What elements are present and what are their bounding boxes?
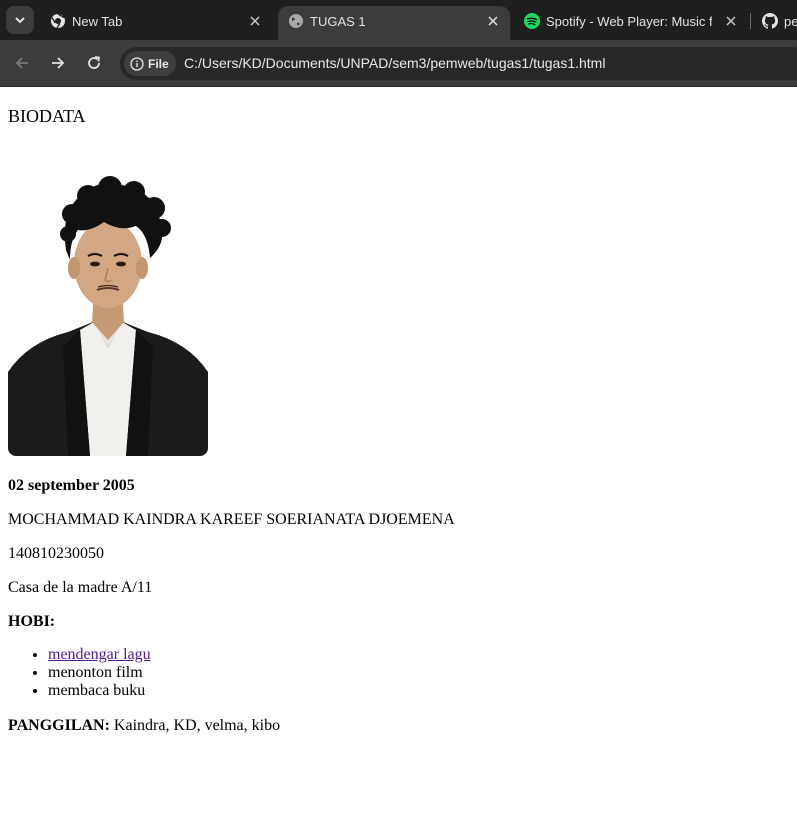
page-body: BIODATA 02 september 2005 MOCHAMMAD KAIN… [0, 87, 797, 838]
spotify-icon [524, 13, 540, 29]
hobby-label: HOBI: [8, 613, 56, 630]
student-id: 140810230050 [8, 545, 104, 562]
list-item: membaca buku [48, 682, 151, 700]
tab-tugas-1[interactable]: TUGAS 1 [278, 6, 510, 40]
tab-search-button[interactable] [6, 6, 34, 34]
page-heading: BIODATA [8, 106, 86, 126]
globe-icon [289, 14, 303, 28]
close-icon[interactable] [246, 12, 264, 30]
site-info-chip[interactable]: File [124, 51, 176, 76]
address-bar[interactable]: File C:/Users/KD/Documents/UNPAD/sem3/pe… [120, 47, 797, 80]
portrait-image [8, 172, 208, 456]
profile-photo [8, 172, 208, 456]
list-item: menonton film [48, 664, 151, 682]
chevron-down-icon [15, 17, 25, 24]
nickname-line: PANGGILAN: Kaindra, KD, velma, kibo [8, 717, 280, 735]
close-icon[interactable] [484, 12, 502, 30]
github-icon [762, 13, 778, 29]
tab-strip: New Tab TUGAS 1 Spotify - Web Player: Mu… [0, 0, 797, 40]
list-item: mendengar lagu [48, 646, 151, 664]
reload-icon [88, 56, 101, 69]
arrow-left-icon [15, 57, 28, 69]
birthdate: 02 september 2005 [8, 477, 135, 494]
tab-github[interactable]: pe [752, 6, 797, 40]
close-icon[interactable] [722, 12, 740, 30]
tab-new-tab[interactable]: New Tab [40, 6, 274, 40]
arrow-right-icon [52, 57, 65, 69]
tab-title: pe [784, 14, 797, 29]
info-icon [130, 56, 144, 71]
nickname-label: PANGGILAN: [8, 717, 110, 734]
tab-title: Spotify - Web Player: Music for [546, 14, 712, 29]
chip-label: File [148, 56, 169, 71]
address: Casa de la madre A/11 [8, 579, 153, 596]
forward-button[interactable] [47, 52, 69, 74]
hobby-list: mendengar lagu menonton film membaca buk… [48, 646, 151, 700]
tab-title: New Tab [72, 14, 123, 29]
nickname-values: Kaindra, KD, velma, kibo [109, 717, 281, 734]
tab-separator [750, 13, 751, 29]
chrome-icon [51, 13, 65, 29]
hobby-link[interactable]: mendengar lagu [48, 646, 151, 663]
reload-button[interactable] [83, 52, 105, 74]
full-name: MOCHAMMAD KAINDRA KAREEF SOERIANATA DJOE… [8, 511, 455, 528]
url-text[interactable]: C:/Users/KD/Documents/UNPAD/sem3/pemweb/… [184, 55, 605, 71]
back-button[interactable] [11, 52, 33, 74]
toolbar: File C:/Users/KD/Documents/UNPAD/sem3/pe… [0, 40, 797, 87]
tab-title: TUGAS 1 [310, 14, 366, 29]
tab-spotify[interactable]: Spotify - Web Player: Music for [514, 6, 746, 40]
